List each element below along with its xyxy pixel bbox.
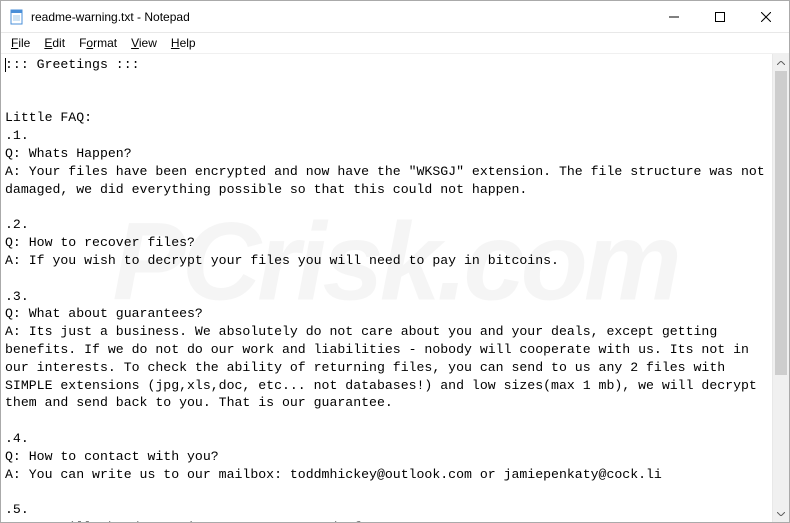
line-s4-q: Q: How to contact with you? (5, 449, 219, 464)
text-content[interactable]: ::: Greetings ::: Little FAQ: .1. Q: Wha… (1, 54, 772, 522)
minimize-button[interactable] (651, 1, 697, 32)
menu-edit[interactable]: Edit (38, 35, 71, 51)
line-s2-a: A: If you wish to decrypt your files you… (5, 253, 559, 268)
window-controls (651, 1, 789, 32)
scroll-up-arrow[interactable] (773, 54, 789, 71)
line-s1-q: Q: Whats Happen? (5, 146, 132, 161)
titlebar: readme-warning.txt - Notepad (1, 1, 789, 33)
line-s5-q: Q: How will the decryption process proce… (5, 520, 456, 522)
line-s1-a: A: Your files have been encrypted and no… (5, 164, 772, 197)
vertical-scrollbar[interactable] (772, 54, 789, 522)
minimize-icon (669, 12, 679, 22)
menu-help[interactable]: Help (165, 35, 202, 51)
maximize-button[interactable] (697, 1, 743, 32)
line-s3-num: .3. (5, 289, 29, 304)
line-greeting: ::: Greetings ::: (5, 57, 140, 72)
menu-view[interactable]: View (125, 35, 163, 51)
close-icon (761, 12, 771, 22)
chevron-down-icon (777, 512, 785, 516)
content-area: ::: Greetings ::: Little FAQ: .1. Q: Wha… (1, 53, 789, 522)
scroll-thumb[interactable] (775, 71, 787, 375)
scroll-down-arrow[interactable] (773, 505, 789, 522)
menubar: File Edit Format View Help (1, 33, 789, 53)
menu-format[interactable]: Format (73, 35, 123, 51)
close-button[interactable] (743, 1, 789, 32)
maximize-icon (715, 12, 725, 22)
line-s3-q: Q: What about guarantees? (5, 306, 203, 321)
line-s4-num: .4. (5, 431, 29, 446)
line-s1-num: .1. (5, 128, 29, 143)
line-s2-q: Q: How to recover files? (5, 235, 195, 250)
scroll-track[interactable] (773, 71, 789, 505)
notepad-window: PCrisk.com readme-warning.txt - Notepad (0, 0, 790, 523)
chevron-up-icon (777, 61, 785, 65)
notepad-icon (9, 9, 25, 25)
window-title: readme-warning.txt - Notepad (31, 10, 190, 24)
line-s5-num: .5. (5, 502, 29, 517)
titlebar-left: readme-warning.txt - Notepad (1, 9, 190, 25)
line-s2-num: .2. (5, 217, 29, 232)
line-faq-heading: Little FAQ: (5, 110, 92, 125)
line-s3-a: A: Its just a business. We absolutely do… (5, 324, 765, 410)
menu-file[interactable]: File (5, 35, 36, 51)
line-s4-a: A: You can write us to our mailbox: todd… (5, 467, 662, 482)
